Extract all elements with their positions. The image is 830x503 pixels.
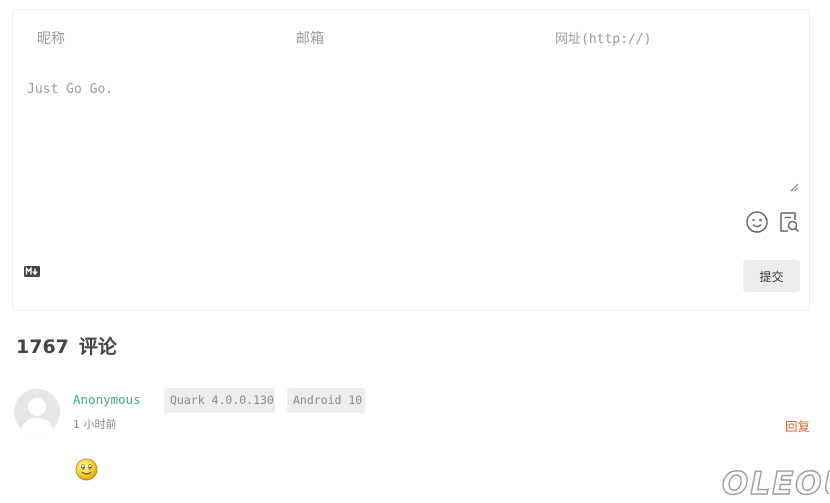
browser-badge: Quark 4.0.0.130 (164, 388, 275, 413)
nickname-input[interactable] (37, 22, 267, 56)
comment-count-title: 1767 评论 (16, 332, 117, 359)
reply-button[interactable]: 回复 (785, 416, 810, 435)
submit-button[interactable]: 提交 (743, 260, 800, 292)
markdown-icon[interactable] (24, 266, 40, 277)
website-input[interactable] (555, 22, 795, 56)
comment-count: 1767 (16, 336, 69, 358)
emoji-icon[interactable] (745, 210, 769, 234)
comment-meta-row (13, 10, 809, 68)
preview-icon[interactable] (777, 210, 801, 234)
comment-author[interactable]: Anonymous (73, 392, 141, 407)
comment-textarea[interactable] (27, 80, 802, 194)
page: 提交 1767 评论 Anonymous Quark 4.0.0.130 Andr… (0, 0, 830, 503)
resize-handle-icon[interactable] (789, 182, 799, 192)
avatar (14, 389, 60, 435)
comment-form: 提交 (12, 9, 810, 311)
comment-time: 1 小时前 (73, 418, 117, 431)
os-badge: Android 10 (287, 388, 365, 413)
comment-count-label: 评论 (78, 336, 117, 358)
watermark-logo: OLEOU (721, 466, 830, 502)
smile-emoji-icon (75, 458, 98, 481)
email-input[interactable] (296, 22, 526, 56)
